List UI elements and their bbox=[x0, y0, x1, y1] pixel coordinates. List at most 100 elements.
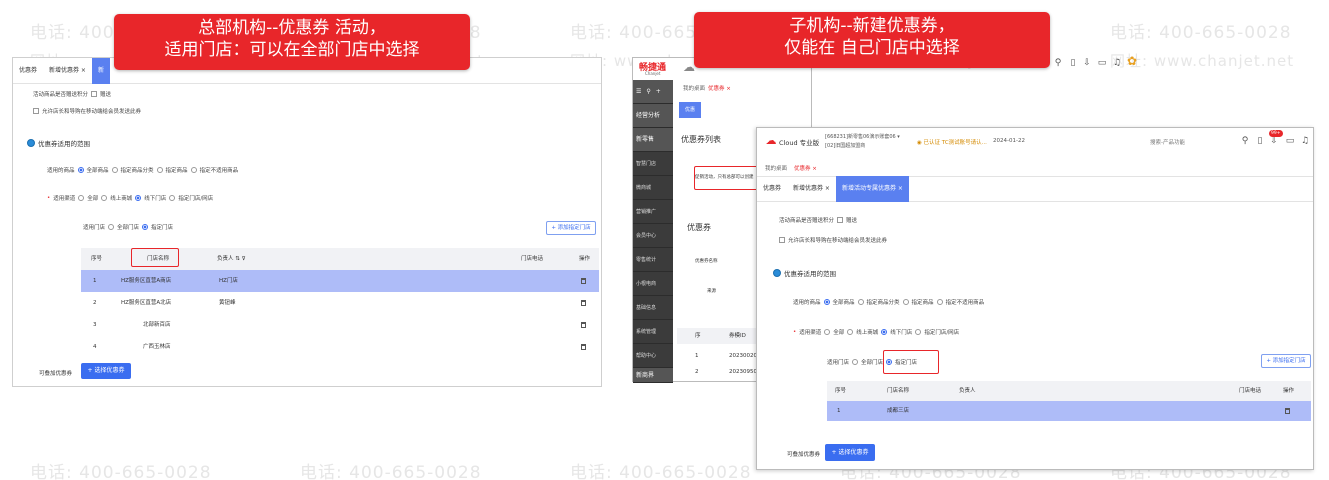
channel-radio-offline[interactable] bbox=[881, 329, 888, 335]
branch-banner-line1: 子机构--新建优惠券， bbox=[789, 16, 955, 36]
scope-title-text: 优惠券适用的范围 bbox=[784, 270, 836, 278]
sidebar-item[interactable]: 帮助中心 bbox=[633, 344, 673, 368]
sidebar-item[interactable]: 微商城 bbox=[633, 176, 673, 200]
cell-store-name: HZ服务区直营A北店 bbox=[121, 300, 172, 306]
store-radio-all[interactable] bbox=[108, 224, 115, 230]
table-row[interactable]: 1 HZ服务区直营A商店 HZ门店 bbox=[81, 270, 599, 292]
search-icon[interactable]: ⚲ bbox=[1053, 56, 1063, 70]
search-icon[interactable]: ⚲ bbox=[1240, 134, 1250, 148]
goods-radio-excluded[interactable] bbox=[936, 299, 943, 305]
goods-radio-specified[interactable] bbox=[156, 167, 163, 173]
table-row[interactable]: 2 HZ服务区直营A北店 黄钮峰 bbox=[81, 292, 599, 314]
tab-coupon[interactable]: 优惠券 bbox=[13, 58, 43, 84]
goods-radio-category[interactable] bbox=[857, 299, 864, 305]
tab-new-active[interactable]: 新 bbox=[91, 57, 110, 84]
channel-radio-specified[interactable] bbox=[915, 329, 922, 335]
sidebar-item-retail[interactable]: 新零售 bbox=[633, 128, 673, 152]
plus-icon[interactable]: + bbox=[656, 80, 661, 103]
points-row: 活动商品是否赠送积分 赠送 bbox=[779, 216, 857, 224]
goods-radio-category[interactable] bbox=[111, 167, 118, 173]
back-tab-bar: 我的桌面 优惠券 × bbox=[683, 84, 731, 92]
sidebar-item[interactable]: 系统管理 bbox=[633, 320, 673, 344]
store-option-label: 全部门店 bbox=[117, 225, 140, 231]
tab-new-coupon[interactable]: 新增优惠券 × bbox=[787, 176, 836, 202]
sidebar-toolbar: ☰ ⚲ + bbox=[633, 80, 673, 104]
sidebar-item[interactable]: 小根电商 bbox=[633, 272, 673, 296]
cell-no: 3 bbox=[93, 322, 97, 328]
tab-new-coupon[interactable]: 新增优惠券 × bbox=[43, 58, 92, 84]
cell-no: 2 bbox=[695, 369, 699, 375]
channel-radio-all[interactable] bbox=[78, 195, 85, 201]
store-label: 适用门店 bbox=[827, 360, 850, 366]
bell-icon[interactable]: ♫ bbox=[1300, 134, 1310, 148]
table-row[interactable]: 3 北部新百店 bbox=[81, 314, 599, 336]
message-icon[interactable]: ▭ bbox=[1097, 56, 1107, 70]
goods-radio-all[interactable] bbox=[823, 299, 830, 305]
scope-section-title: 优惠券适用的范围 bbox=[773, 268, 836, 278]
table-row[interactable]: 4 广西玉林店 bbox=[81, 336, 599, 358]
back-tab-desktop[interactable]: 我的桌面 bbox=[683, 84, 705, 92]
goods-radio-all[interactable] bbox=[77, 167, 84, 173]
table-row[interactable]: 1 成都三店 bbox=[827, 401, 1311, 421]
trash-icon[interactable] bbox=[581, 300, 586, 306]
points-checkbox[interactable] bbox=[91, 91, 98, 97]
goods-option-label: 指定商品分类 bbox=[866, 300, 900, 306]
bell-icon[interactable]: ♫ bbox=[1112, 56, 1122, 70]
stack-coupon-label: 可叠加优惠券 bbox=[787, 452, 821, 458]
goods-label: 适用的商品 bbox=[47, 168, 75, 174]
trash-icon[interactable] bbox=[581, 322, 586, 328]
store-radio-specified[interactable] bbox=[142, 224, 149, 230]
menu-icon[interactable]: ☰ bbox=[636, 80, 641, 103]
org-line1[interactable]: [668231]新零售06演示账套06 ▾ bbox=[825, 133, 900, 140]
back-tab-coupon[interactable]: 优惠券 × bbox=[708, 84, 731, 92]
header-phone: 门店电话 bbox=[521, 256, 544, 262]
tab-new-activity-coupon[interactable]: 新增活动专属优惠券 × bbox=[835, 176, 909, 202]
avatar-icon[interactable]: ✿ bbox=[1124, 52, 1140, 70]
tab-coupon[interactable]: 优惠券 bbox=[757, 176, 787, 202]
channel-radio-offline[interactable] bbox=[135, 195, 142, 201]
sidebar-item-analysis[interactable]: 经营分析 bbox=[633, 104, 673, 128]
trash-icon[interactable] bbox=[1285, 408, 1290, 414]
choose-coupon-button[interactable]: + 选择优惠券 bbox=[825, 444, 875, 461]
sidebar-item[interactable]: 智慧门店 bbox=[633, 152, 673, 176]
allow-checkbox[interactable] bbox=[779, 237, 785, 243]
document-icon[interactable]: ▯ bbox=[1255, 134, 1265, 148]
cell-store-name: 广西玉林店 bbox=[143, 344, 171, 350]
front-tab-coupon[interactable]: 优惠券 × bbox=[794, 164, 817, 172]
sidebar-item[interactable]: 营销推广 bbox=[633, 200, 673, 224]
download-icon[interactable]: ⇩ bbox=[1082, 56, 1092, 70]
header-owner[interactable]: 负责人 ⇅ ⊽ bbox=[217, 248, 246, 270]
search-input[interactable]: 搜索-产品功能 bbox=[1150, 138, 1185, 146]
watermark-phone: 电话: 400-665-0028 bbox=[300, 463, 482, 480]
message-icon[interactable]: ▭ bbox=[1285, 134, 1295, 148]
allow-checkbox[interactable] bbox=[33, 108, 39, 114]
points-option: 赠送 bbox=[846, 218, 858, 224]
add-store-button[interactable]: + 添加指定门店 bbox=[1261, 354, 1311, 368]
sidebar-item[interactable]: 新商界 bbox=[633, 368, 673, 383]
channel-radio-online[interactable] bbox=[101, 195, 108, 201]
sidebar-item[interactable]: 会员中心 bbox=[633, 224, 673, 248]
globe-icon bbox=[773, 269, 781, 277]
front-tab-desktop[interactable]: 我的桌面 bbox=[765, 164, 787, 172]
trash-icon[interactable] bbox=[581, 278, 586, 284]
store-radio-all[interactable] bbox=[852, 359, 859, 365]
search-icon[interactable]: ⚲ bbox=[646, 80, 650, 103]
cert-status[interactable]: ◉ 已认证 TC测试账号请认... bbox=[917, 138, 987, 146]
store-row: 适用门店 全部门店 指定门店 bbox=[83, 223, 173, 231]
sidebar-item[interactable]: 零售统计 bbox=[633, 248, 673, 272]
goods-radio-excluded[interactable] bbox=[190, 167, 197, 173]
back-sub-tab[interactable]: 优惠 bbox=[679, 102, 702, 118]
sidebar-item[interactable]: 基础信息 bbox=[633, 296, 673, 320]
back-source-label: 来源 bbox=[707, 289, 716, 294]
channel-radio-online[interactable] bbox=[847, 329, 854, 335]
table-header-row: 序号 门店名称 负责人 门店电话 操作 bbox=[827, 381, 1311, 401]
goods-radio-specified[interactable] bbox=[902, 299, 909, 305]
channel-radio-specified[interactable] bbox=[169, 195, 176, 201]
channel-radio-all[interactable] bbox=[824, 329, 831, 335]
trash-icon[interactable] bbox=[581, 344, 586, 350]
points-checkbox[interactable] bbox=[837, 217, 844, 223]
branch-banner: 子机构--新建优惠券， 仅能在 自己门店中选择 bbox=[694, 12, 1050, 68]
add-store-button[interactable]: + 添加指定门店 bbox=[546, 221, 596, 235]
document-icon[interactable]: ▯ bbox=[1068, 56, 1078, 70]
choose-coupon-button[interactable]: + 选择优惠券 bbox=[81, 363, 131, 379]
